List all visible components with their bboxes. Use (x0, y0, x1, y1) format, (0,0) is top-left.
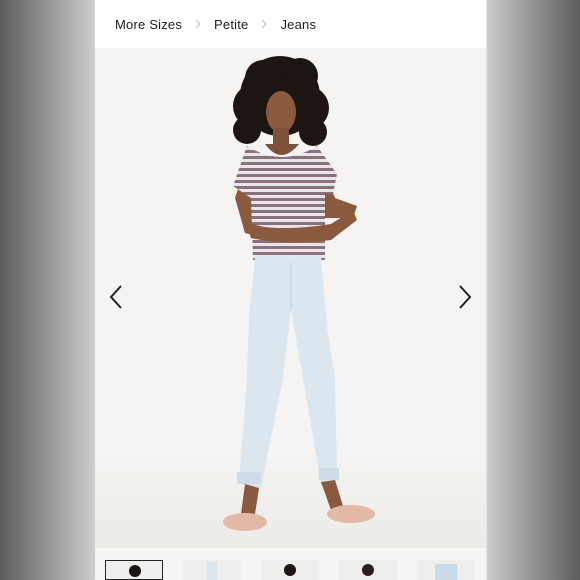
gallery-next-button[interactable] (452, 282, 476, 312)
thumbnail-4[interactable] (339, 560, 397, 580)
chevron-right-icon (192, 18, 204, 30)
thumbnail-1[interactable] (105, 560, 163, 580)
thumbnail-strip (95, 554, 486, 580)
thumbnail-2[interactable] (183, 560, 241, 580)
thumbnail-3[interactable] (261, 560, 319, 580)
chevron-left-icon (109, 285, 122, 309)
chevron-right-icon (459, 285, 472, 309)
breadcrumb-petite[interactable]: Petite (214, 17, 248, 32)
thumbnail-5[interactable] (417, 560, 475, 580)
product-page: More Sizes Petite Jeans (95, 0, 486, 580)
model-photo (95, 48, 486, 548)
breadcrumb: More Sizes Petite Jeans (95, 0, 486, 48)
product-image (95, 48, 486, 548)
breadcrumb-more-sizes[interactable]: More Sizes (115, 17, 182, 32)
chevron-right-icon (258, 18, 270, 30)
breadcrumb-jeans[interactable]: Jeans (280, 17, 316, 32)
gallery-prev-button[interactable] (105, 282, 129, 312)
